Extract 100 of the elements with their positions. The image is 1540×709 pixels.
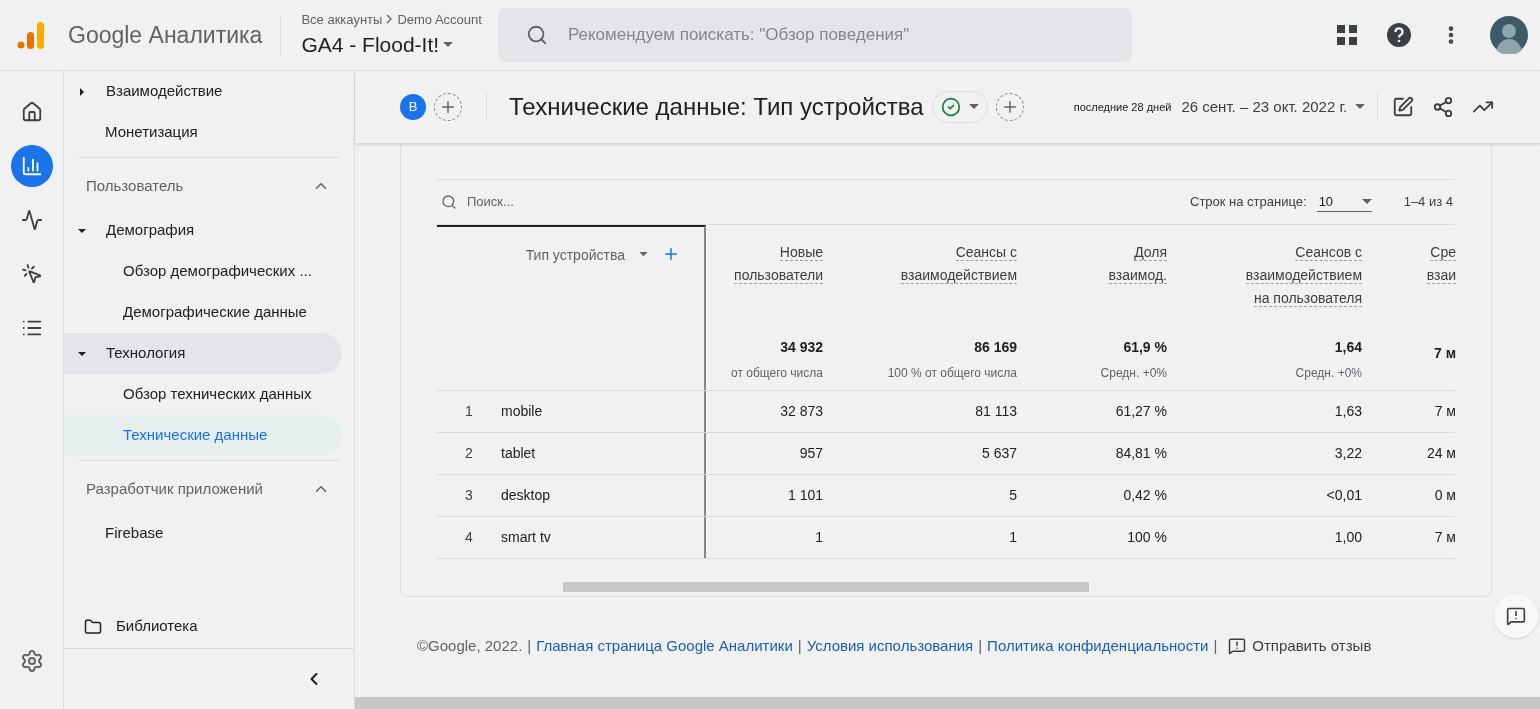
table-cell-text: 3,22 — [1333, 444, 1362, 463]
share-icon[interactable] — [1432, 96, 1455, 118]
nav-item[interactable]: Обзор технических данных — [64, 374, 342, 415]
chevron-right-icon — [386, 14, 394, 25]
table-cell-text: tablet — [501, 444, 536, 463]
separator: | — [978, 636, 983, 656]
dimension-header[interactable]: Тип устройства — [525, 245, 625, 266]
table-search-field[interactable]: Поиск... — [467, 192, 514, 212]
table-cell-text: 84,81 % — [1114, 444, 1167, 463]
column-header[interactable]: Сеансов с взаимодействием на пользователя — [1245, 241, 1362, 310]
report-title: Технические данные: Тип устройства — [509, 92, 924, 122]
table-cell-text: 5 637 — [980, 444, 1017, 463]
caret-down-icon[interactable] — [78, 349, 86, 358]
caret-down-icon[interactable] — [78, 226, 86, 235]
table-cell-text: 24 м — [1425, 444, 1456, 463]
table-cell-text: 5 — [1008, 486, 1017, 505]
table-cell-text: 32 873 — [779, 402, 823, 421]
nav-group[interactable]: Технология — [64, 333, 342, 374]
home-icon — [20, 101, 43, 123]
total-note: Средн. +0% — [1100, 365, 1167, 382]
search-icon — [525, 24, 548, 46]
column-header[interactable]: Новые пользователи — [734, 241, 823, 287]
row-index: 2 — [464, 444, 474, 463]
caret-down-icon — [968, 104, 979, 110]
column-header[interactable]: Сеансы с взаимодействием — [900, 241, 1017, 287]
library-link[interactable]: Библиотека — [116, 615, 198, 638]
column-header[interactable]: Доля взаимод. — [1108, 241, 1167, 287]
separator: | — [797, 636, 802, 656]
table-cell-text: mobile — [501, 402, 543, 421]
comparison-badge[interactable]: B — [400, 94, 426, 120]
add-dimension-icon[interactable] — [662, 245, 680, 263]
table-cell-text: 1 — [814, 528, 823, 547]
nav-group[interactable]: Демография — [64, 210, 342, 251]
footer-link[interactable]: Условия использования — [806, 635, 974, 658]
rows-per-page-select[interactable]: 10 — [1316, 191, 1372, 213]
customize-report-icon[interactable] — [1392, 96, 1415, 118]
footer-link[interactable]: Главная страница Google Аналитики — [536, 635, 793, 658]
total-note: Средн. +0% — [1295, 365, 1362, 382]
plus-icon — [439, 98, 457, 116]
property-selector[interactable]: GA4 - Flood-It! — [301, 29, 482, 61]
nav-item[interactable]: Демографические данные — [64, 292, 342, 333]
page-scrollbar[interactable] — [355, 697, 1540, 709]
column-header[interactable]: Сре взаи — [1426, 241, 1456, 287]
settings-icon[interactable] — [19, 649, 44, 673]
table-cell-text: 100 % — [1126, 528, 1167, 547]
breadcrumb-link[interactable]: Все аккаунты — [301, 9, 383, 29]
table-cell-text: 0 м — [1433, 486, 1456, 505]
rows-per-page-label: Строк на странице: — [1190, 193, 1307, 212]
date-label: последние 28 дней — [1073, 99, 1172, 115]
table-cell-text: 61,27 % — [1114, 402, 1167, 421]
help-icon[interactable] — [1386, 22, 1412, 48]
nav-item[interactable]: Обзор демографических ... — [64, 251, 342, 292]
feedback-icon — [1506, 606, 1526, 626]
caret-right-icon[interactable] — [78, 87, 86, 96]
nav-group[interactable]: Взаимодействие — [64, 71, 342, 112]
table-cell-text: 1 — [1008, 528, 1017, 547]
folder-icon[interactable] — [84, 617, 102, 636]
reports-nav-button[interactable] — [10, 145, 53, 187]
nav-item[interactable]: Firebase — [64, 513, 342, 554]
logo-icon — [16, 20, 46, 50]
search-icon — [441, 194, 457, 210]
feedback-link[interactable]: Отправить отзыв — [1252, 635, 1372, 658]
caret-down-icon — [443, 41, 454, 48]
feedback-icon[interactable] — [1228, 637, 1247, 656]
separator: | — [527, 636, 532, 656]
table-cell-text: 1 101 — [786, 486, 823, 505]
caret-down-icon — [1355, 104, 1366, 110]
pagination-range: 1–4 из 4 — [1403, 193, 1454, 212]
total-value: 86 169 — [974, 338, 1017, 357]
row-index: 1 — [464, 402, 474, 421]
copyright-text: ©Google, 2022. — [417, 636, 523, 656]
table-cell-text: <0,01 — [1325, 486, 1362, 505]
date-range-picker[interactable]: 26 сент. – 23 окт. 2022 г. — [1181, 95, 1366, 119]
total-value: 1,64 — [1334, 338, 1362, 357]
table-cell-text: 957 — [798, 444, 823, 463]
check-circle-icon — [940, 97, 961, 117]
reports-icon — [20, 155, 43, 177]
table-cell-text: 1,63 — [1333, 402, 1362, 421]
horizontal-scrollbar[interactable] — [563, 582, 1089, 592]
breadcrumb-link[interactable]: Demo Account — [397, 9, 482, 29]
total-value: 34 932 — [780, 338, 823, 357]
table-cell-text: smart tv — [501, 528, 551, 547]
avatar[interactable] — [1490, 16, 1528, 54]
nav-item[interactable]: Монетизация — [64, 112, 342, 153]
section-title: Пользователь — [86, 175, 184, 196]
nav-item[interactable]: Технические данные — [64, 415, 342, 456]
feedback-button[interactable] — [1494, 594, 1538, 638]
apps-icon[interactable] — [1336, 24, 1358, 46]
total-value: 7 м — [1433, 344, 1456, 363]
footer-link[interactable]: Политика конфиденциальности — [987, 635, 1209, 658]
app-title: Google Аналитика — [68, 20, 263, 50]
table-cell-text: 0,42 % — [1122, 486, 1167, 505]
total-note: 100 % от общего числа — [887, 365, 1017, 382]
caret-down-icon — [1361, 198, 1372, 205]
table-cell-text: 1,00 — [1333, 528, 1362, 547]
table-cell-text: desktop — [501, 486, 551, 505]
total-note: от общего числа — [731, 365, 823, 382]
table-cell-text: 81 113 — [974, 402, 1017, 421]
table-cell-text: 7 м — [1433, 402, 1456, 421]
separator: | — [1213, 636, 1218, 656]
